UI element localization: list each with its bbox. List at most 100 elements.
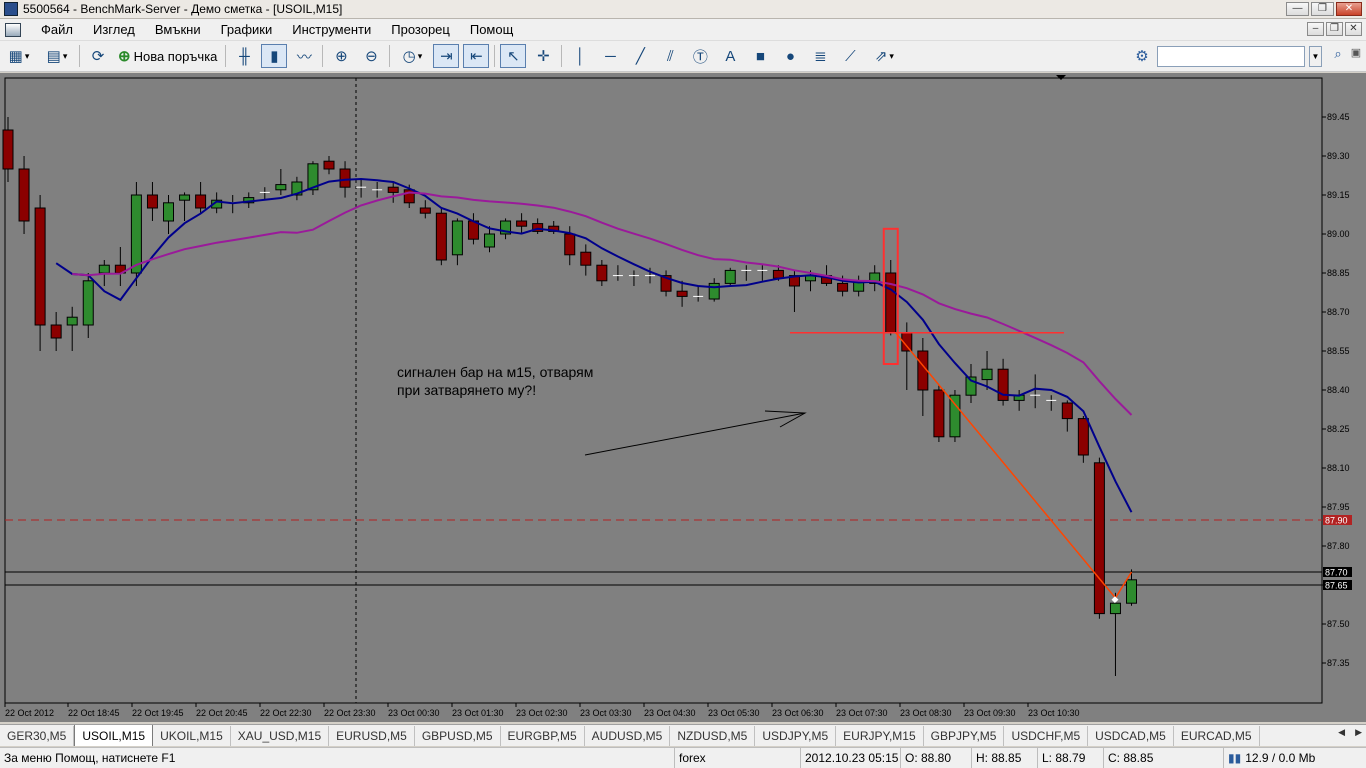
mdi-close-button[interactable]: ✕ xyxy=(1345,22,1362,36)
line-chart-icon[interactable]: 〰 xyxy=(291,44,317,68)
menu-window[interactable]: Прозорец xyxy=(381,22,460,37)
menu-tools[interactable]: Инструменти xyxy=(282,22,381,37)
vertical-line-icon[interactable]: │ xyxy=(567,44,593,68)
menu-insert[interactable]: Вмъкни xyxy=(145,22,211,37)
y-tick-label: 87.95 xyxy=(1327,502,1350,512)
market-watch-icon[interactable]: ⟳ xyxy=(85,44,111,68)
new-chart-icon[interactable]: ▦ xyxy=(2,44,36,68)
crosshair-icon[interactable]: ✛ xyxy=(530,44,556,68)
traffic-value: 12.9 / 0.0 Mb xyxy=(1245,751,1316,765)
tab-ger30-m5[interactable]: GER30,M5 xyxy=(0,726,75,746)
candle-body xyxy=(451,220,463,256)
candle-body xyxy=(772,269,784,279)
tab-eurcad-m5[interactable]: EURCAD,M5 xyxy=(1174,726,1260,746)
minimize-button[interactable]: — xyxy=(1286,2,1309,16)
x-tick-label: 23 Oct 01:30 xyxy=(452,708,504,718)
menu-charts[interactable]: Графики xyxy=(211,22,283,37)
auto-scroll-icon[interactable]: ⇥ xyxy=(433,44,460,68)
status-low: L: 88.79 xyxy=(1038,747,1104,768)
tab-gbpusd-m5[interactable]: GBPUSD,M5 xyxy=(415,726,501,746)
x-tick-label: 22 Oct 22:30 xyxy=(260,708,312,718)
candle-body xyxy=(146,194,158,209)
candle-body xyxy=(484,233,495,248)
candle-body xyxy=(1061,402,1073,420)
equidistant-channel-icon[interactable]: ⫽ xyxy=(657,44,683,68)
x-tick-label: 22 Oct 19:45 xyxy=(132,708,184,718)
x-tick-label: 23 Oct 05:30 xyxy=(708,708,760,718)
candle-body xyxy=(82,280,94,326)
candle-body xyxy=(66,316,78,326)
x-tick-label: 23 Oct 04:30 xyxy=(644,708,696,718)
text-icon[interactable]: A xyxy=(717,44,743,68)
zoom-in-icon[interactable]: ⊕ xyxy=(328,44,354,68)
menu-help[interactable]: Помощ xyxy=(460,22,523,37)
fibo-fan-icon[interactable]: ⟋ xyxy=(837,44,863,68)
community-icon[interactable]: ▣ xyxy=(1348,46,1364,66)
tab-eurusd-m5[interactable]: EURUSD,M5 xyxy=(329,726,415,746)
x-tick-label: 22 Oct 23:30 xyxy=(324,708,376,718)
mdi-minimize-button[interactable]: – xyxy=(1307,22,1324,36)
menu-file[interactable]: Файл xyxy=(31,22,83,37)
candlestick-icon[interactable]: ▮ xyxy=(261,44,288,68)
tab-eurjpy-m15[interactable]: EURJPY,M15 xyxy=(836,726,924,746)
tab-usdjpy-m5[interactable]: USDJPY,M5 xyxy=(755,726,837,746)
ellipse-icon[interactable]: ● xyxy=(777,44,803,68)
tab-scroll-right-icon[interactable]: ▶ xyxy=(1355,727,1362,738)
search-icon[interactable]: ⌕ xyxy=(1328,46,1348,66)
new-order-button[interactable]: ⊕ Нова поръчка xyxy=(113,44,222,68)
close-button[interactable]: ✕ xyxy=(1336,2,1362,16)
tab-eurgbp-m5[interactable]: EURGBP,M5 xyxy=(501,726,585,746)
tab-usoil-m15[interactable]: USOIL,M15 xyxy=(74,725,154,746)
x-tick-label: 23 Oct 08:30 xyxy=(900,708,952,718)
search-box: ⚙ ▼ xyxy=(1131,45,1322,67)
zoom-out-icon[interactable]: ⊖ xyxy=(358,44,384,68)
x-tick-label: 22 Oct 18:45 xyxy=(68,708,120,718)
x-tick-label: 23 Oct 10:30 xyxy=(1028,708,1080,718)
horizontal-line-icon[interactable]: ─ xyxy=(597,44,623,68)
text-label-icon[interactable]: Ⓣ xyxy=(687,44,713,68)
gear-icon[interactable]: ⚙ xyxy=(1131,45,1153,67)
candle-body xyxy=(18,168,30,222)
periods-icon[interactable]: ◷ xyxy=(395,44,429,68)
chart-shift-icon[interactable]: ⇤ xyxy=(463,44,490,68)
trendline-icon[interactable]: ╱ xyxy=(627,44,653,68)
arrows-icon[interactable]: ⇗ xyxy=(867,44,901,68)
candle-body xyxy=(676,290,688,297)
annotation-text: при затварянето му?! xyxy=(397,382,536,398)
tab-scroll-left-icon[interactable]: ◀ xyxy=(1338,727,1345,738)
tab-audusd-m5[interactable]: AUDUSD,M5 xyxy=(585,726,671,746)
candle-body xyxy=(564,233,576,256)
y-tick-label: 87.35 xyxy=(1327,658,1350,668)
x-tick-label: 23 Oct 06:30 xyxy=(772,708,824,718)
candle-body xyxy=(2,129,14,170)
x-tick-label: 23 Oct 00:30 xyxy=(388,708,440,718)
status-close: C: 88.85 xyxy=(1104,747,1224,768)
cursor-icon[interactable]: ↖ xyxy=(500,44,527,68)
tab-nzdusd-m5[interactable]: NZDUSD,M5 xyxy=(670,726,756,746)
y-tick-label: 88.55 xyxy=(1327,346,1350,356)
tab-xau-usd-m15[interactable]: XAU_USD,M15 xyxy=(231,726,330,746)
candle-body xyxy=(98,264,110,274)
mdi-restore-button[interactable]: ❐ xyxy=(1326,22,1343,36)
bar-chart-icon[interactable]: ╫ xyxy=(231,44,257,68)
rectangle-icon[interactable]: ■ xyxy=(747,44,773,68)
tab-gbpjpy-m5[interactable]: GBPJPY,M5 xyxy=(924,726,1005,746)
status-traffic: ▮▮ 12.9 / 0.0 Mb xyxy=(1224,748,1366,768)
fibonacci-icon[interactable]: ≣ xyxy=(807,44,833,68)
menu-view[interactable]: Изглед xyxy=(83,22,145,37)
restore-button[interactable]: ❐ xyxy=(1311,2,1334,16)
candle-body xyxy=(596,264,608,282)
y-tick-label: 87.80 xyxy=(1327,541,1350,551)
tab-usdchf-m5[interactable]: USDCHF,M5 xyxy=(1004,726,1089,746)
price-chart[interactable]: 89.45 89.30 89.15 89.00 88.85 88.70 88.55 88.40… xyxy=(0,73,1366,722)
status-open: O: 88.80 xyxy=(901,747,972,768)
price-tag-label: 87.65 xyxy=(1325,581,1348,591)
profiles-icon[interactable]: ▤ xyxy=(40,44,74,68)
status-time: 2012.10.23 05:15 xyxy=(801,747,901,768)
y-tick-label: 89.00 xyxy=(1327,229,1350,239)
search-input[interactable] xyxy=(1157,45,1305,67)
tab-ukoil-m15[interactable]: UKOIL,M15 xyxy=(153,726,231,746)
chevron-down-icon[interactable]: ▼ xyxy=(1309,45,1322,67)
chart-window-icon[interactable] xyxy=(5,22,21,37)
tab-usdcad-m5[interactable]: USDCAD,M5 xyxy=(1088,726,1174,746)
